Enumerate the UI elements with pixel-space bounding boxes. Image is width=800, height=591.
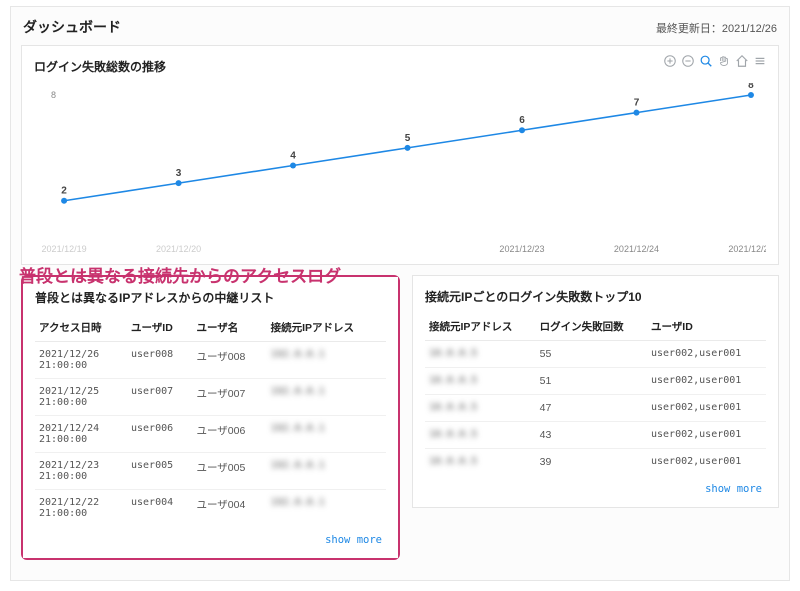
home-icon[interactable] <box>734 54 750 71</box>
cell-source-ip: 10.0.0.5 <box>425 422 536 449</box>
svg-text:2: 2 <box>61 186 67 197</box>
failure-top10-show-more: show more <box>425 475 766 497</box>
col-user-name: ユーザ名 <box>192 314 266 342</box>
cell-user-id: user007 <box>127 379 192 416</box>
unusual-ip-title: 普段とは異なるIPアドレスからの中継リスト <box>35 289 386 306</box>
cell-user-id: user005 <box>127 453 192 490</box>
table-row: 10.0.0.551user002,user001 <box>425 368 766 395</box>
svg-text:2021/12/25: 2021/12/25 <box>728 244 766 254</box>
cell-datetime: 2021/12/2521:00:00 <box>35 379 127 416</box>
svg-text:2021/12/20: 2021/12/20 <box>156 244 201 254</box>
cell-datetime: 2021/12/2621:00:00 <box>35 342 127 379</box>
col-source-ip: 接続元IPアドレス <box>267 314 386 342</box>
svg-text:2021/12/23: 2021/12/23 <box>499 244 544 254</box>
plus-icon[interactable] <box>662 54 678 71</box>
table-row: 10.0.0.555user002,user001 <box>425 341 766 368</box>
svg-text:4: 4 <box>290 151 296 162</box>
cell-source-ip: 192.0.0.1 <box>267 342 386 379</box>
cell-user-name: ユーザ007 <box>192 379 266 416</box>
cell-user-id-link[interactable]: user002,user001 <box>647 422 766 449</box>
failure-top10-table: 接続元IPアドレス ログイン失敗回数 ユーザID 10.0.0.555user0… <box>425 313 766 475</box>
cell-user-id-link[interactable]: user002,user001 <box>647 395 766 422</box>
cell-user-name: ユーザ008 <box>192 342 266 379</box>
chart-title: ログイン失敗総数の推移 <box>34 58 766 75</box>
table-row: 10.0.0.543user002,user001 <box>425 422 766 449</box>
chart-area[interactable]: 8 2021/12/19 2021/12/20 2021/12/23 2021/12/2… <box>34 83 766 258</box>
col-fail-count: ログイン失敗回数 <box>536 313 647 341</box>
search-zoom-icon[interactable] <box>698 54 714 71</box>
cell-datetime: 2021/12/2221:00:00 <box>35 490 127 527</box>
svg-text:8: 8 <box>51 90 56 100</box>
cell-datetime: 2021/12/2321:00:00 <box>35 453 127 490</box>
cell-user-id-link[interactable]: user002,user001 <box>647 341 766 368</box>
cell-source-ip: 10.0.0.5 <box>425 449 536 476</box>
cell-source-ip: 10.0.0.5 <box>425 395 536 422</box>
failure-top10-title: 接続元IPごとのログイン失敗数トップ10 <box>425 288 766 305</box>
col-user-id: ユーザID <box>127 314 192 342</box>
last-updated: 最終更新日：2021/12/26 <box>656 20 777 36</box>
svg-text:8: 8 <box>748 83 754 91</box>
menu-icon[interactable] <box>752 54 768 71</box>
cell-user-id: user008 <box>127 342 192 379</box>
cell-source-ip: 192.0.0.1 <box>267 490 386 527</box>
cell-datetime: 2021/12/2421:00:00 <box>35 416 127 453</box>
cell-user-id: user006 <box>127 416 192 453</box>
col-access-datetime: アクセス日時 <box>35 314 127 342</box>
cell-fail-count: 43 <box>536 422 647 449</box>
unusual-ip-panel: 普段とは異なるIPアドレスからの中継リスト アクセス日時 ユーザID ユーザ名 … <box>23 277 398 558</box>
cell-user-name: ユーザ005 <box>192 453 266 490</box>
page-title: ダッシュボード <box>23 17 121 37</box>
svg-text:3: 3 <box>176 168 182 179</box>
chart-panel: ログイン失敗総数の推移 <box>21 45 779 265</box>
svg-text:2021/12/19: 2021/12/19 <box>42 244 87 254</box>
table-row: 10.0.0.547user002,user001 <box>425 395 766 422</box>
svg-text:5: 5 <box>405 133 411 144</box>
cell-user-name: ユーザ006 <box>192 416 266 453</box>
col-user-id2: ユーザID <box>647 313 766 341</box>
table-row: 2021/12/2421:00:00user006ユーザ006192.0.0.1 <box>35 416 386 453</box>
failure-top10-panel: 接続元IPごとのログイン失敗数トップ10 接続元IPアドレス ログイン失敗回数 … <box>412 275 779 508</box>
cell-fail-count: 51 <box>536 368 647 395</box>
table-row: 2021/12/2621:00:00user008ユーザ008192.0.0.1 <box>35 342 386 379</box>
cell-source-ip: 192.0.0.1 <box>267 416 386 453</box>
cell-source-ip: 10.0.0.5 <box>425 368 536 395</box>
minus-icon[interactable] <box>680 54 696 71</box>
unusual-ip-show-more: show more <box>35 526 386 548</box>
show-more-link[interactable]: show more <box>325 534 382 546</box>
chart-toolbar <box>662 54 768 71</box>
cell-user-id: user004 <box>127 490 192 527</box>
unusual-ip-panel-frame: 普段とは異なるIPアドレスからの中継リスト アクセス日時 ユーザID ユーザ名 … <box>21 275 400 560</box>
hand-icon[interactable] <box>716 54 732 71</box>
svg-text:7: 7 <box>634 98 640 109</box>
cell-fail-count: 55 <box>536 341 647 368</box>
unusual-ip-table: アクセス日時 ユーザID ユーザ名 接続元IPアドレス 2021/12/2621… <box>35 314 386 526</box>
svg-text:6: 6 <box>519 115 525 126</box>
col-source-ip2: 接続元IPアドレス <box>425 313 536 341</box>
table-row: 2021/12/2321:00:00user005ユーザ005192.0.0.1 <box>35 453 386 490</box>
cell-user-name: ユーザ004 <box>192 490 266 527</box>
cell-source-ip: 10.0.0.5 <box>425 341 536 368</box>
svg-text:2021/12/24: 2021/12/24 <box>614 244 659 254</box>
cell-source-ip: 192.0.0.1 <box>267 379 386 416</box>
show-more-link[interactable]: show more <box>705 483 762 495</box>
cell-user-id-link[interactable]: user002,user001 <box>647 449 766 476</box>
table-row: 2021/12/2221:00:00user004ユーザ004192.0.0.1 <box>35 490 386 527</box>
cell-user-id-link[interactable]: user002,user001 <box>647 368 766 395</box>
table-row: 2021/12/2521:00:00user007ユーザ007192.0.0.1 <box>35 379 386 416</box>
cell-fail-count: 47 <box>536 395 647 422</box>
cell-source-ip: 192.0.0.1 <box>267 453 386 490</box>
cell-fail-count: 39 <box>536 449 647 476</box>
table-row: 10.0.0.539user002,user001 <box>425 449 766 476</box>
page-header: ダッシュボード 最終更新日：2021/12/26 <box>21 13 779 45</box>
